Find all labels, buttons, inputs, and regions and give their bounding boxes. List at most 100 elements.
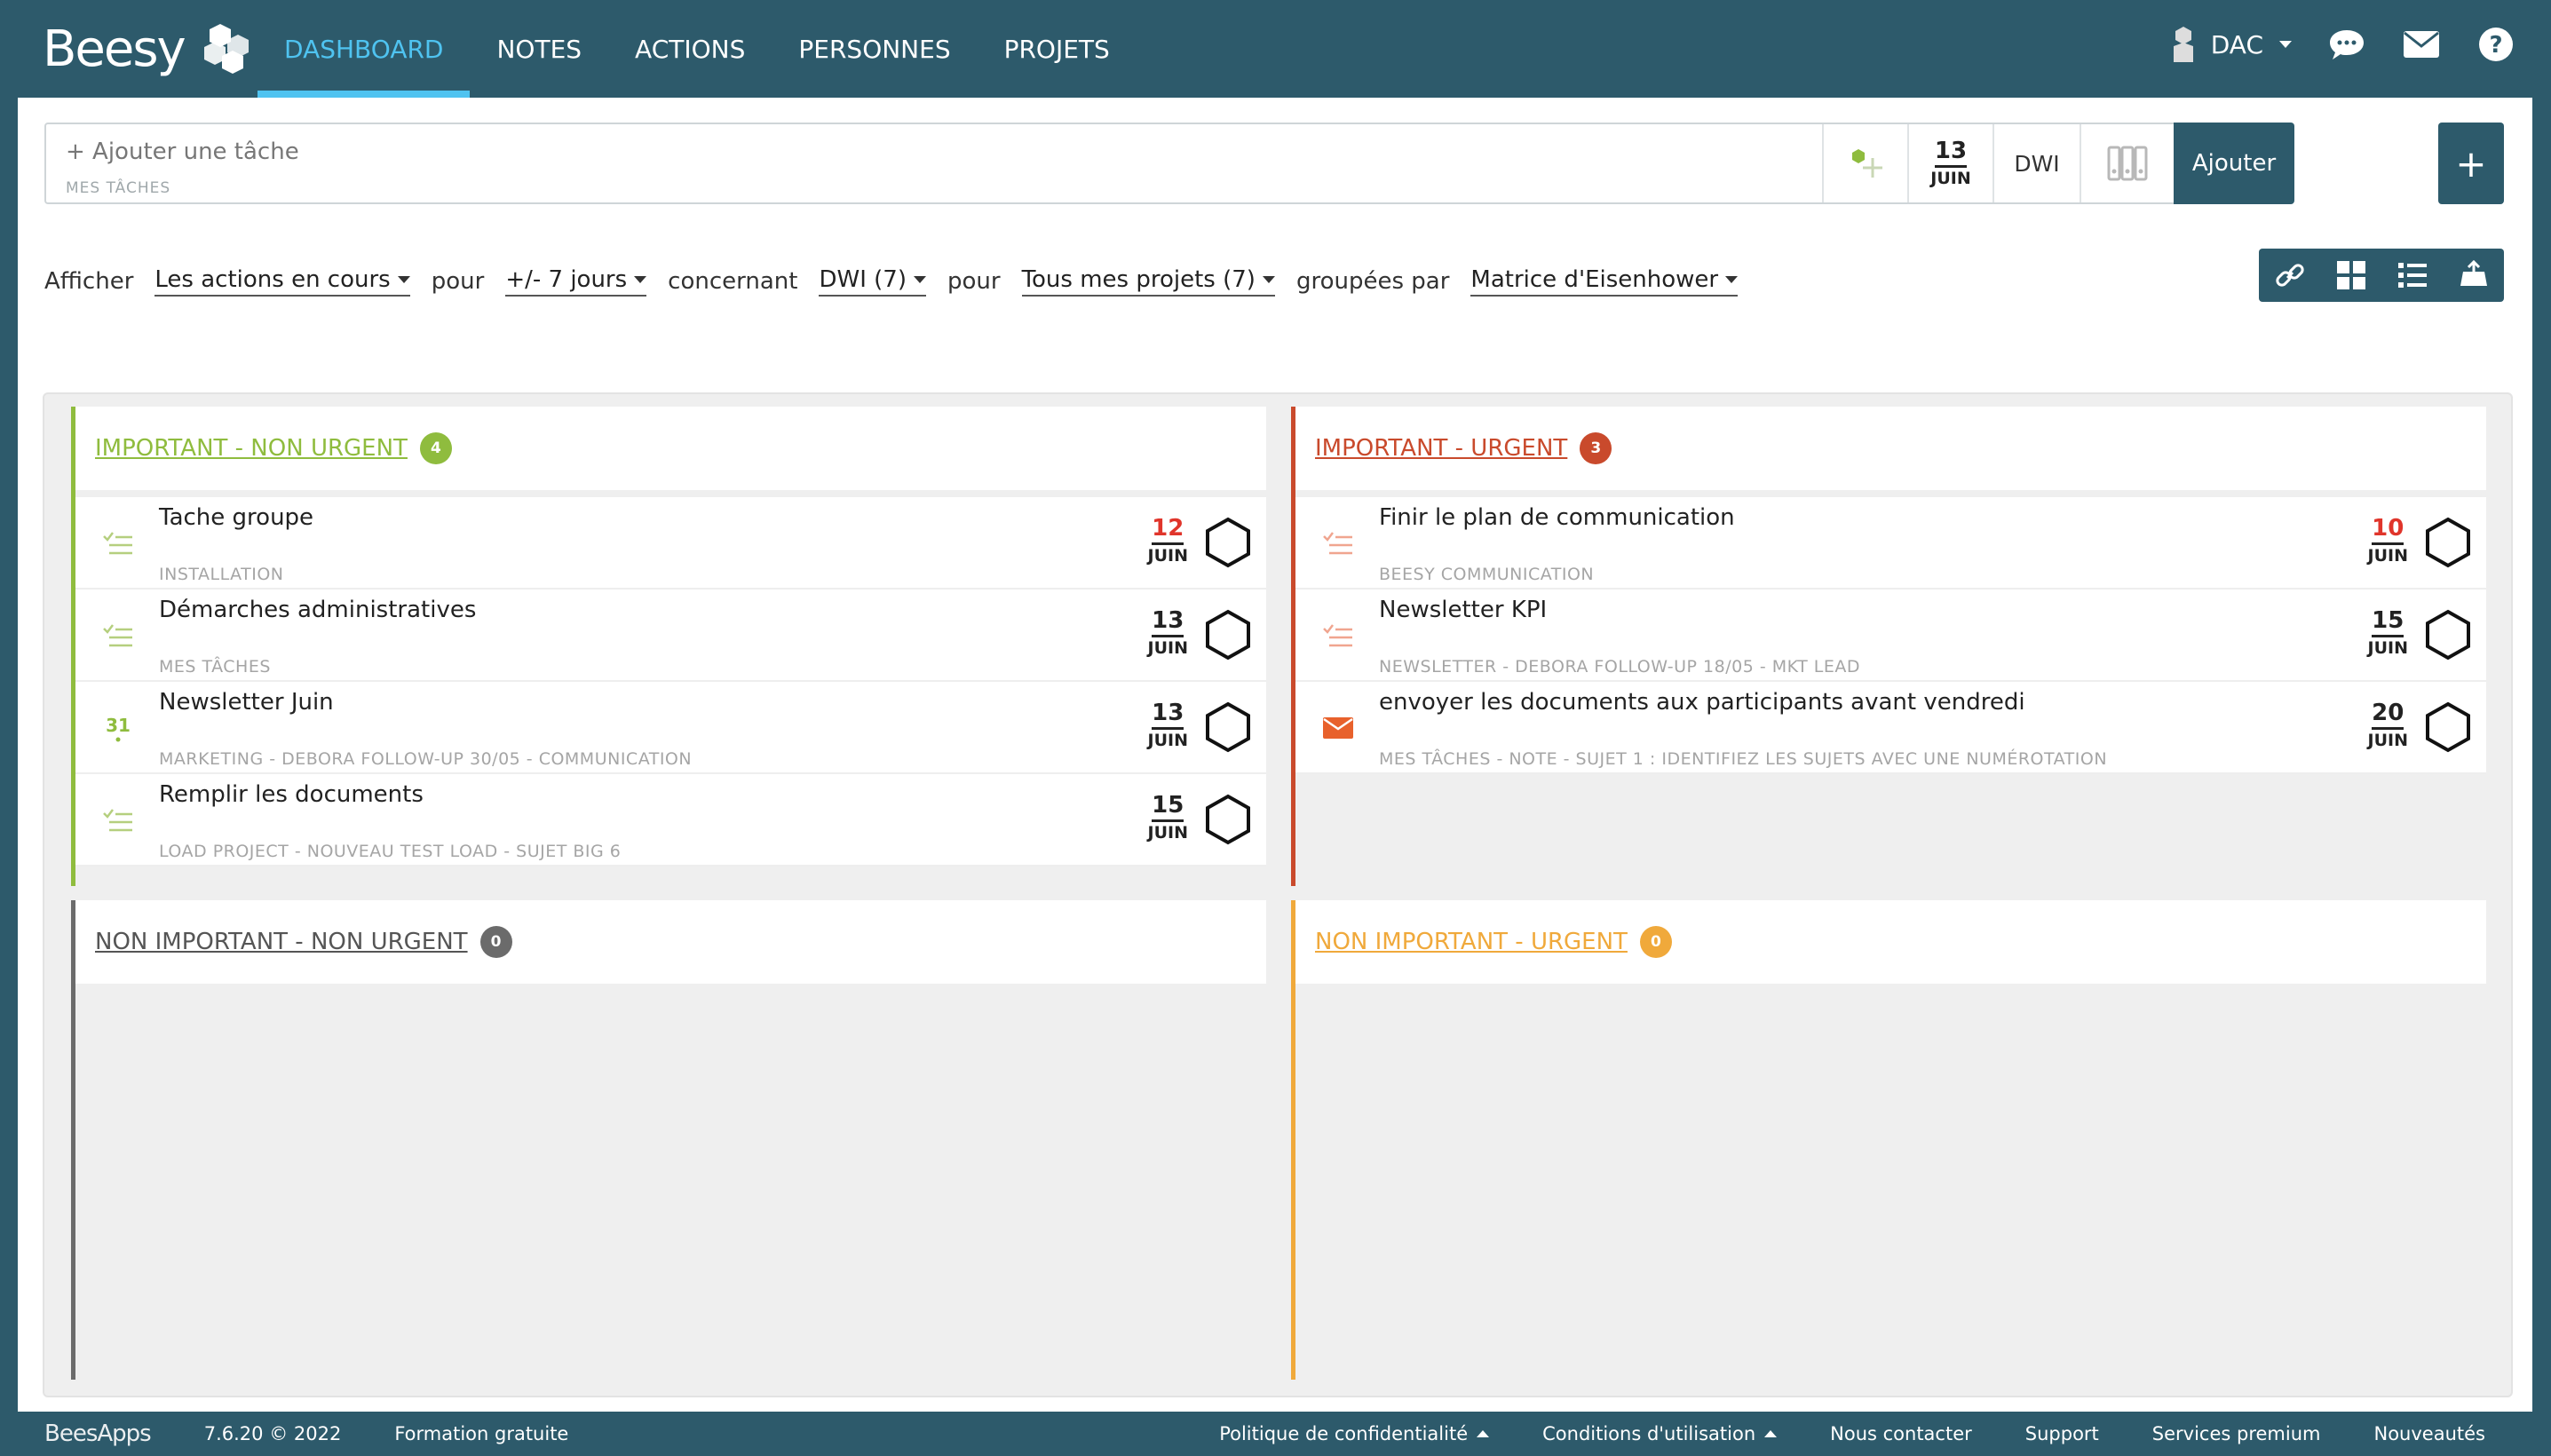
view-toolbar xyxy=(2259,249,2504,302)
due-date-selector[interactable]: 13 JUIN xyxy=(1907,124,1992,202)
filter-projects-dropdown[interactable]: Tous mes projets (7) xyxy=(1021,266,1275,297)
task-row[interactable]: Remplir les documents LOAD PROJECT - NOU… xyxy=(75,774,1266,866)
hexagon-checkbox-icon[interactable] xyxy=(2424,517,2472,568)
quadrant-important-urgent: IMPORTANT - URGENT 3 Finir le plan de co… xyxy=(1291,407,2486,886)
task-due-date[interactable]: 15 JUIN xyxy=(2368,609,2408,657)
calendar-icon: 31 xyxy=(102,712,134,744)
link-icon[interactable] xyxy=(2272,257,2308,293)
help-circle-icon[interactable]: ? xyxy=(2476,25,2515,64)
task-due-date[interactable]: 10 JUIN xyxy=(2368,517,2408,565)
task-due-month: JUIN xyxy=(2367,546,2408,566)
nav-actions[interactable]: ACTIONS xyxy=(608,0,772,98)
filter-group-dropdown[interactable]: Matrice d'Eisenhower xyxy=(1470,266,1739,297)
quadrant-header: NON IMPORTANT - URGENT 0 xyxy=(1295,900,2486,984)
footer-premium-link[interactable]: Services premium xyxy=(2152,1423,2321,1444)
footer-version: 7.6.20 © 2022 xyxy=(203,1423,342,1444)
owner-selector[interactable]: DWI xyxy=(1992,124,2080,202)
task-due-month: JUIN xyxy=(1147,731,1188,750)
task-row[interactable]: 31 Newsletter Juin MARKETING - DEBORA FO… xyxy=(75,682,1266,774)
quadrant-title[interactable]: IMPORTANT - NON URGENT xyxy=(95,435,408,462)
chevron-down-icon xyxy=(1262,276,1275,283)
list-view-icon[interactable] xyxy=(2395,257,2430,293)
chevron-up-icon xyxy=(1477,1430,1490,1437)
nav-personnes[interactable]: PERSONNES xyxy=(772,0,977,98)
hexagon-checkbox-icon[interactable] xyxy=(1204,701,1252,753)
task-list-icon xyxy=(102,527,134,559)
beesy-logo[interactable]: Beesy xyxy=(43,18,254,80)
nav-notes[interactable]: NOTES xyxy=(470,0,608,98)
task-due-date[interactable]: 15 JUIN xyxy=(1148,794,1188,842)
export-icon[interactable] xyxy=(2456,257,2492,293)
filter-period-dropdown[interactable]: +/- 7 jours xyxy=(505,266,647,297)
project-selector[interactable] xyxy=(2080,124,2174,202)
filter-concerning-label: concernant xyxy=(668,268,798,295)
due-date-month: JUIN xyxy=(1930,169,1971,188)
task-list: Tache groupe INSTALLATION 12 JUIN Démarc… xyxy=(75,497,1266,866)
task-due-date[interactable]: 12 JUIN xyxy=(1148,517,1188,565)
footer-left: BeesApps 7.6.20 © 2022 Formation gratuit… xyxy=(44,1412,568,1456)
task-name: Finir le plan de communication xyxy=(1379,504,1735,531)
task-name: Démarches administratives xyxy=(159,597,477,623)
hexagon-checkbox-icon[interactable] xyxy=(1204,609,1252,661)
hexagon-checkbox-icon[interactable] xyxy=(1204,517,1252,568)
footer: BeesApps 7.6.20 © 2022 Formation gratuit… xyxy=(0,1412,2551,1456)
binders-icon xyxy=(2107,146,2148,181)
chevron-down-icon xyxy=(1725,276,1739,283)
task-list-icon xyxy=(102,620,134,652)
filter-for-label: pour xyxy=(431,268,485,295)
quadrant-title[interactable]: NON IMPORTANT - NON URGENT xyxy=(95,929,468,955)
due-date-day: 13 xyxy=(1934,139,1968,168)
quadrant-non-important-urgent: NON IMPORTANT - URGENT 0 xyxy=(1291,900,2486,1380)
task-row[interactable]: Newsletter KPI NEWSLETTER - DEBORA FOLLO… xyxy=(1295,590,2486,682)
footer-privacy-link[interactable]: Politique de confidentialité xyxy=(1219,1423,1490,1444)
task-row[interactable]: Finir le plan de communication BEESY COM… xyxy=(1295,497,2486,590)
filter-person-dropdown[interactable]: DWI (7) xyxy=(819,266,926,297)
footer-contact-link[interactable]: Nous contacter xyxy=(1830,1423,1972,1444)
filter-status-dropdown[interactable]: Les actions en cours xyxy=(154,266,410,297)
task-row[interactable]: Démarches administratives MES TÂCHES 13 … xyxy=(75,590,1266,682)
logo-text: Beesy xyxy=(43,20,186,78)
grid-view-icon[interactable] xyxy=(2333,257,2369,293)
quadrant-title[interactable]: IMPORTANT - URGENT xyxy=(1315,435,1567,462)
beesapps-logo[interactable]: BeesApps xyxy=(44,1420,152,1447)
footer-training-link[interactable]: Formation gratuite xyxy=(394,1423,568,1444)
quadrant-header: IMPORTANT - URGENT 3 xyxy=(1295,407,2486,490)
hexagon-checkbox-icon[interactable] xyxy=(1204,794,1252,845)
nav-projets[interactable]: PROJETS xyxy=(978,0,1137,98)
task-list-icon xyxy=(1322,620,1354,652)
task-due-date[interactable]: 20 JUIN xyxy=(2368,701,2408,749)
count-badge: 0 xyxy=(1639,926,1672,958)
footer-news-link[interactable]: Nouveautés xyxy=(2374,1423,2486,1444)
footer-terms-link[interactable]: Conditions d'utilisation xyxy=(1542,1423,1778,1444)
task-due-date[interactable]: 13 JUIN xyxy=(1148,701,1188,749)
quadrant-important-non-urgent: IMPORTANT - NON URGENT 4 Tache groupe IN… xyxy=(71,407,1266,886)
task-row[interactable]: Tache groupe INSTALLATION 12 JUIN xyxy=(75,497,1266,590)
user-menu[interactable]: DAC xyxy=(2168,25,2292,64)
chat-bubble-icon[interactable] xyxy=(2327,25,2366,64)
count-badge: 4 xyxy=(419,432,452,464)
quadrant-title[interactable]: NON IMPORTANT - URGENT xyxy=(1315,929,1628,955)
task-project: NEWSLETTER - DEBORA FOLLOW-UP 18/05 - MK… xyxy=(1379,657,1860,677)
add-task-input[interactable] xyxy=(66,138,1753,165)
task-due-day: 12 xyxy=(1152,517,1184,545)
task-due-month: JUIN xyxy=(1147,823,1188,843)
task-row[interactable]: envoyer les documents aux participants a… xyxy=(1295,682,2486,774)
task-project: MES TÂCHES xyxy=(159,657,271,677)
task-project: INSTALLATION xyxy=(159,565,284,584)
hexagon-checkbox-icon[interactable] xyxy=(2424,701,2472,753)
create-new-button[interactable]: + xyxy=(2438,123,2504,204)
footer-support-link[interactable]: Support xyxy=(2025,1423,2099,1444)
add-task-button[interactable]: Ajouter xyxy=(2174,123,2294,204)
user-initials: DAC xyxy=(2210,29,2263,59)
task-name: Newsletter Juin xyxy=(159,689,334,716)
filter-status-value: Les actions en cours xyxy=(154,266,391,293)
chevron-up-icon xyxy=(1764,1430,1778,1437)
task-project: MARKETING - DEBORA FOLLOW-UP 30/05 - COM… xyxy=(159,749,693,769)
user-avatar-icon xyxy=(2173,27,2193,62)
priority-selector[interactable] xyxy=(1822,124,1907,202)
nav-dashboard[interactable]: DASHBOARD xyxy=(257,0,471,98)
task-due-date[interactable]: 13 JUIN xyxy=(1148,609,1188,657)
hexagon-checkbox-icon[interactable] xyxy=(2424,609,2472,661)
task-due-month: JUIN xyxy=(2367,638,2408,658)
envelope-icon[interactable] xyxy=(2402,25,2441,64)
